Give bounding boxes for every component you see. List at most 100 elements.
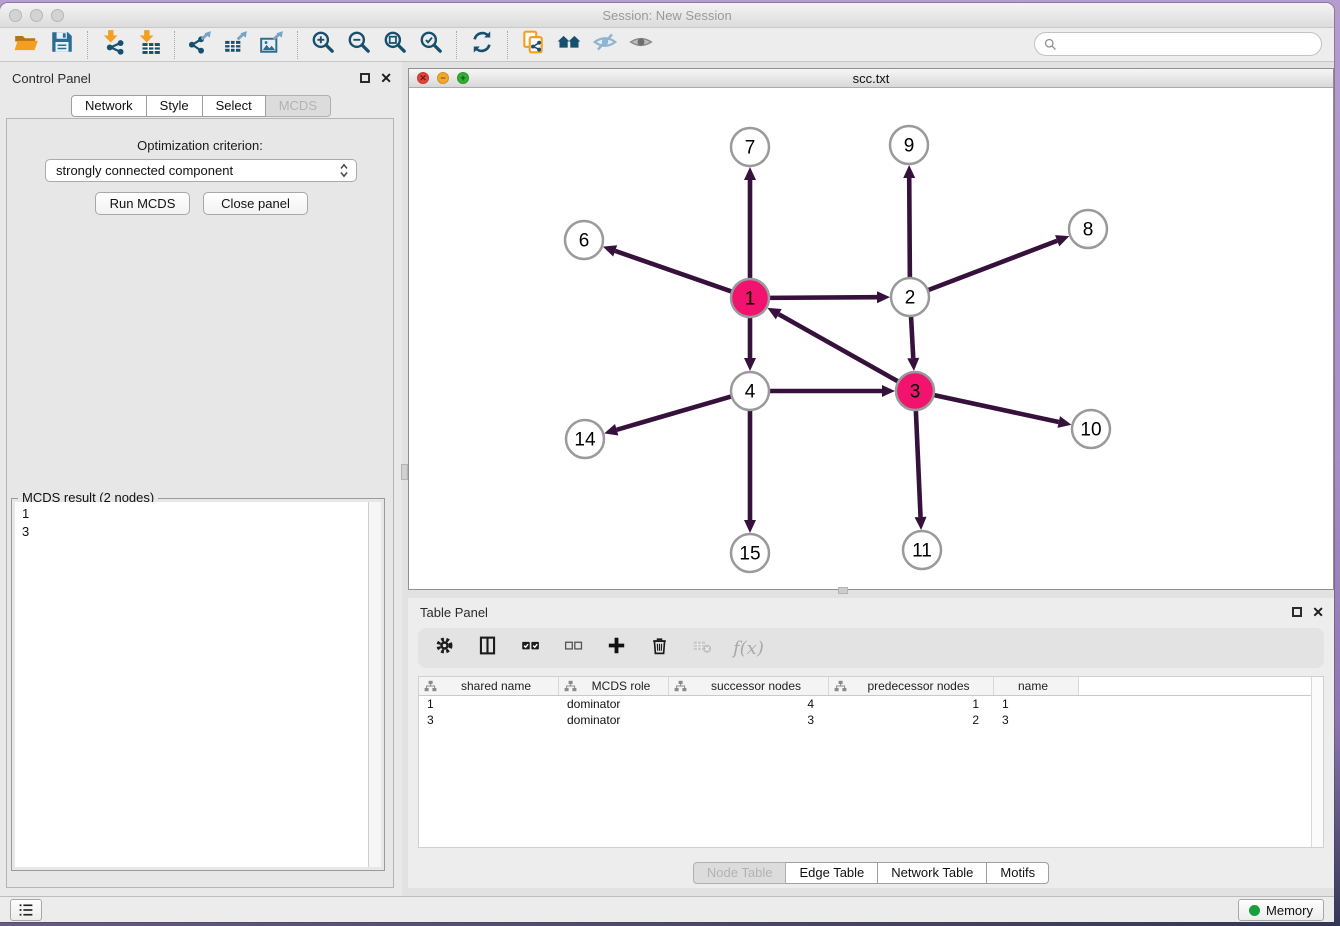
table-cell: dominator [559, 696, 669, 712]
edge-2-8[interactable] [928, 235, 1070, 290]
tab-network[interactable]: Network [71, 95, 147, 117]
graph-node-15[interactable]: 15 [731, 534, 769, 572]
tab-style[interactable]: Style [147, 95, 203, 117]
refresh-layout-icon [469, 29, 495, 60]
network-graph[interactable]: 1 2 3 4 6 7 8 9 10 11 14 15 [409, 88, 1333, 589]
save-session-button[interactable] [44, 30, 80, 60]
app-titlebar: Session: New Session [0, 3, 1334, 28]
table-close-panel-icon[interactable]: ✕ [1312, 607, 1324, 617]
column-header-predecessor-nodes[interactable]: predecessor nodes [829, 677, 994, 695]
zoom-fit-button[interactable] [377, 30, 413, 60]
graph-node-11[interactable]: 11 [903, 531, 941, 569]
graph-node-14[interactable]: 14 [566, 420, 604, 458]
search-input[interactable] [1062, 37, 1313, 52]
first-neighbors-icon [556, 29, 582, 60]
delete-table-button [690, 636, 714, 660]
delete-column-button[interactable] [647, 636, 671, 660]
network-column-icon [424, 680, 437, 693]
vertical-splitter-grip[interactable] [401, 464, 408, 480]
horizontal-splitter-grip[interactable] [838, 587, 848, 594]
column-header-shared-name[interactable]: shared name [419, 677, 559, 695]
zoom-out-button[interactable] [341, 30, 377, 60]
edge-1-4[interactable] [744, 317, 756, 371]
tab-mcds[interactable]: MCDS [266, 95, 331, 117]
main-toolbar [0, 28, 1334, 62]
criterion-dropdown[interactable]: strongly connected component [45, 159, 357, 182]
settings-gear-icon [434, 635, 455, 661]
graph-node-6[interactable]: 6 [565, 221, 603, 259]
criterion-dropdown-value: strongly connected component [56, 163, 233, 178]
import-network-button[interactable] [95, 30, 131, 60]
node-table-scrollbar[interactable] [1311, 677, 1323, 847]
table-tab-motifs[interactable]: Motifs [987, 862, 1049, 884]
table-tab-node-table[interactable]: Node Table [693, 862, 787, 884]
first-neighbors-button[interactable] [551, 30, 587, 60]
graph-node-9[interactable]: 9 [890, 126, 928, 164]
graph-node-8[interactable]: 8 [1069, 210, 1107, 248]
graph-node-10[interactable]: 10 [1072, 410, 1110, 448]
table-row[interactable]: 1dominator411 [419, 696, 1323, 712]
edge-3-11[interactable] [915, 410, 927, 530]
export-image-button[interactable] [254, 30, 290, 60]
graph-node-7[interactable]: 7 [731, 128, 769, 166]
close-panel-icon[interactable]: ✕ [380, 73, 392, 83]
edge-3-1[interactable] [767, 308, 898, 382]
export-table-button[interactable] [218, 30, 254, 60]
edge-1-6[interactable] [603, 245, 732, 292]
search-box[interactable] [1034, 32, 1322, 56]
save-session-icon [49, 29, 75, 60]
toolbar-separator [456, 31, 457, 59]
memory-button[interactable]: Memory [1238, 899, 1324, 921]
column-layout-button[interactable] [475, 636, 499, 660]
zoom-selected-button[interactable] [413, 30, 449, 60]
zoom-in-button[interactable] [305, 30, 341, 60]
edge-2-3[interactable] [907, 316, 919, 371]
deselect-all-icon [563, 635, 584, 661]
task-history-button[interactable] [10, 899, 42, 921]
graph-node-2[interactable]: 2 [891, 278, 929, 316]
hide-selected-button[interactable] [587, 30, 623, 60]
edge-1-2[interactable] [769, 291, 890, 303]
select-all-icon [520, 635, 541, 661]
edge-2-9[interactable] [903, 165, 915, 278]
delete-table-icon [692, 635, 713, 661]
table-tab-network-table[interactable]: Network Table [878, 862, 987, 884]
clone-network-button[interactable] [515, 30, 551, 60]
edge-4-14[interactable] [604, 396, 732, 435]
add-column-button[interactable] [604, 636, 628, 660]
edge-4-3[interactable] [769, 385, 895, 397]
mcds-result-scrollbar[interactable] [368, 502, 381, 867]
zoom-selected-icon [418, 29, 444, 60]
deselect-all-button[interactable] [561, 636, 585, 660]
network-canvas[interactable]: 1 2 3 4 6 7 8 9 10 11 14 15 [409, 88, 1333, 589]
close-panel-button[interactable]: Close panel [203, 192, 308, 215]
network-window-titlebar: ✕ − + scc.txt [409, 69, 1333, 88]
column-header-name[interactable]: name [994, 677, 1079, 695]
export-network-button[interactable] [182, 30, 218, 60]
graph-node-1[interactable]: 1 [731, 279, 769, 317]
export-image-icon [259, 29, 285, 60]
float-panel-icon[interactable] [360, 73, 370, 83]
open-session-button[interactable] [8, 30, 44, 60]
select-all-button[interactable] [518, 636, 542, 660]
tab-select[interactable]: Select [203, 95, 266, 117]
graph-node-4[interactable]: 4 [731, 372, 769, 410]
refresh-layout-button[interactable] [464, 30, 500, 60]
show-all-button[interactable] [623, 30, 659, 60]
column-header-mcds-role[interactable]: MCDS role [559, 677, 669, 695]
column-header-successor-nodes[interactable]: successor nodes [669, 677, 829, 695]
table-tab-edge-table[interactable]: Edge Table [786, 862, 878, 884]
svg-text:8: 8 [1083, 220, 1094, 241]
import-table-button[interactable] [131, 30, 167, 60]
edge-1-7[interactable] [744, 167, 756, 279]
table-float-panel-icon[interactable] [1292, 607, 1302, 617]
run-mcds-button[interactable]: Run MCDS [95, 192, 190, 215]
table-row[interactable]: 3dominator323 [419, 712, 1323, 728]
node-table: shared nameMCDS rolesuccessor nodesprede… [418, 676, 1324, 848]
edge-4-15[interactable] [744, 410, 756, 533]
edge-3-10[interactable] [934, 395, 1072, 428]
settings-gear-button[interactable] [432, 636, 456, 660]
toolbar-separator [174, 31, 175, 59]
graph-node-3[interactable]: 3 [896, 372, 934, 410]
column-layout-icon [477, 635, 498, 661]
